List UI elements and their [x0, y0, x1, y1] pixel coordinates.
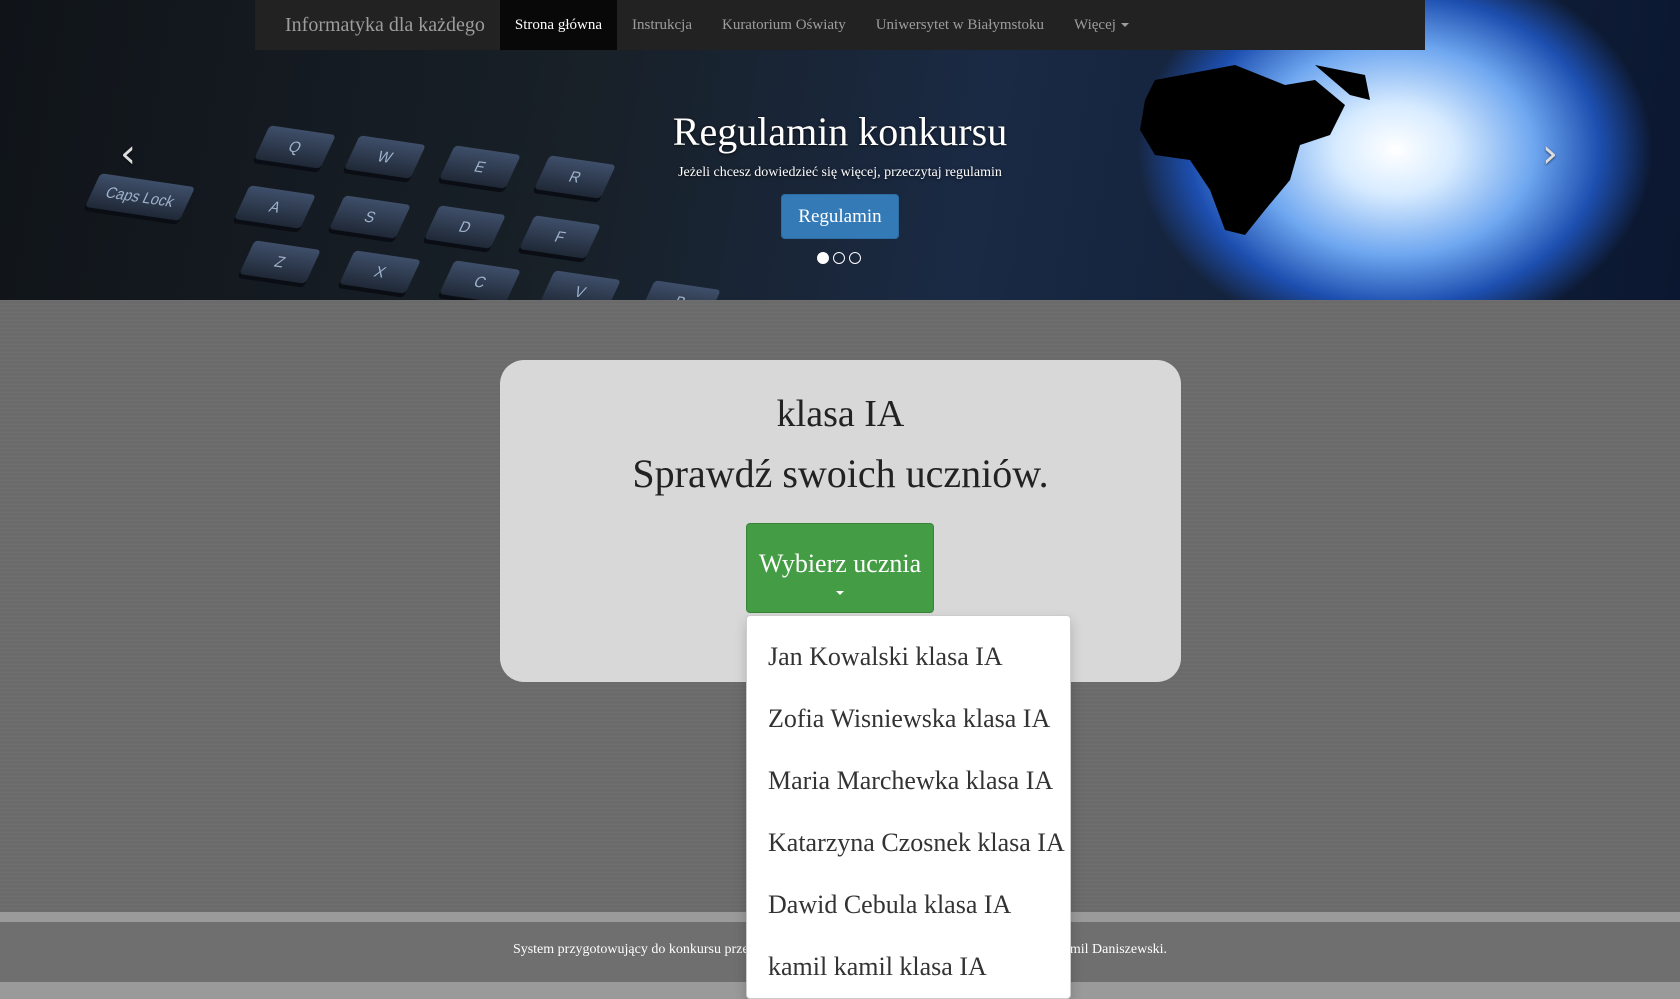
nav-item-university[interactable]: Uniwersytet w Białymstoku: [861, 0, 1059, 50]
caret-down-icon: [836, 591, 844, 595]
keyboard-key: V: [539, 270, 621, 300]
keyboard-key: A: [234, 185, 316, 229]
nav-item-more[interactable]: Więcej: [1059, 0, 1144, 50]
keyboard-key: D: [424, 205, 506, 249]
keyboard-key: C: [439, 260, 521, 300]
carousel-indicator[interactable]: [849, 252, 861, 264]
student-option[interactable]: Dawid Cebula klasa IA: [747, 874, 1070, 936]
student-option[interactable]: Jan Kowalski klasa IA: [747, 626, 1070, 688]
regulamin-button[interactable]: Regulamin: [781, 194, 899, 239]
card-subtitle: Sprawdź swoich uczniów.: [632, 451, 1049, 496]
select-student-button[interactable]: Wybierz ucznia: [746, 523, 934, 613]
nav-item-kuratorium[interactable]: Kuratorium Oświaty: [707, 0, 861, 50]
student-option[interactable]: kamil kamil klasa IA: [747, 936, 1070, 998]
carousel-subtitle: Jeżeli chcesz dowiedzieć się więcej, prz…: [678, 165, 1002, 180]
carousel-indicators: [817, 252, 861, 264]
keyboard-key: B: [639, 280, 721, 300]
student-dropdown-menu: Jan Kowalski klasa IA Zofia Wisniewska k…: [746, 615, 1071, 999]
navbar-brand[interactable]: Informatyka dla każdego: [255, 0, 500, 50]
keyboard-key: F: [519, 215, 601, 259]
student-option[interactable]: Maria Marchewka klasa IA: [747, 750, 1070, 812]
class-title: klasa IA: [776, 393, 905, 435]
carousel-indicator[interactable]: [817, 252, 829, 264]
nav-item-instructions[interactable]: Instrukcja: [617, 0, 707, 50]
nav-item-home[interactable]: Strona główna: [499, 0, 617, 50]
student-option[interactable]: Zofia Wisniewska klasa IA: [747, 688, 1070, 750]
select-student-label: Wybierz ucznia: [758, 549, 922, 578]
keyboard-key: X: [339, 250, 421, 294]
navbar: Informatyka dla każdego Strona główna In…: [255, 0, 1425, 50]
carousel-indicator[interactable]: [833, 252, 845, 264]
globe-africa-image: [1140, 65, 1370, 235]
caret-down-icon: [1120, 23, 1129, 27]
keyboard-key: S: [329, 195, 411, 239]
carousel-title: Regulamin konkursu: [672, 109, 1008, 154]
keyboard-key: Z: [239, 240, 321, 284]
student-option[interactable]: Katarzyna Czosnek klasa IA: [747, 812, 1070, 874]
nav-item-more-label: Więcej: [1074, 16, 1116, 33]
